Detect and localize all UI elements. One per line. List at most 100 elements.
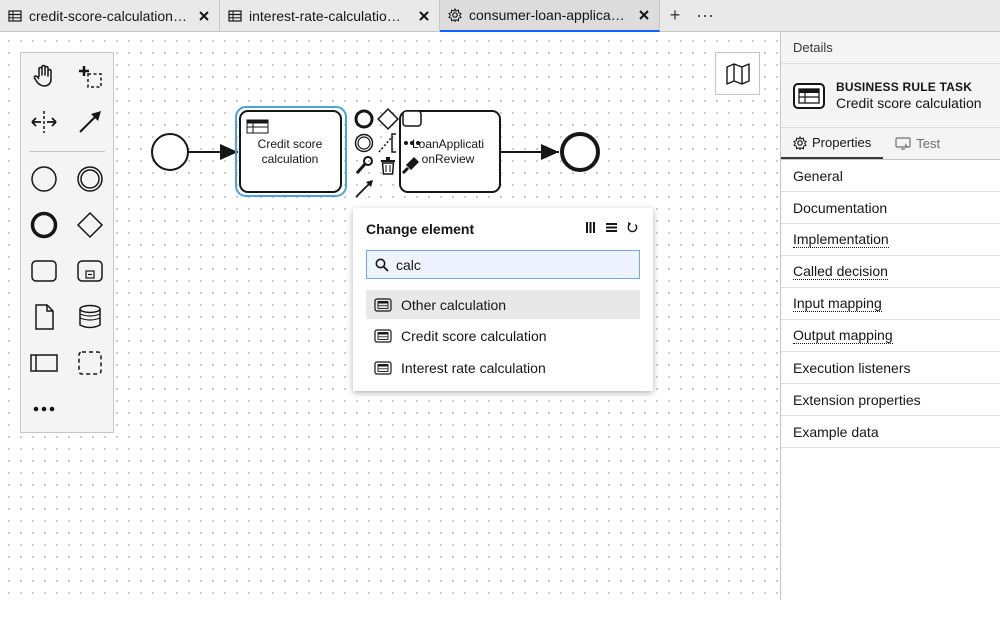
tab-bar: credit-score-calculation.dmn interest-ra… (0, 0, 1000, 32)
map-icon (725, 62, 750, 85)
business-rule-icon (246, 119, 269, 134)
group-label: Implementation (793, 231, 889, 248)
task-label-line2: onReview (422, 152, 475, 166)
property-groups: General Documentation Implementation Cal… (781, 160, 1000, 448)
task-label-line1: LoanApplicati (412, 137, 484, 151)
minimap-toggle-button[interactable] (715, 52, 760, 95)
tab-credit-score-calculation[interactable]: credit-score-calculation.dmn (0, 0, 220, 32)
tab-label: Properties (812, 135, 872, 150)
search-icon (375, 258, 389, 272)
popup-toolbar (584, 221, 639, 234)
popup-item-label: Credit score calculation (401, 327, 547, 344)
more-tabs-button[interactable]: ··· (690, 0, 720, 31)
connect-arrow-icon[interactable] (355, 180, 373, 198)
popup-title: Change element (366, 221, 475, 237)
task-icon[interactable] (28, 255, 60, 287)
tab-properties[interactable]: Properties (781, 128, 884, 159)
text-annotation-icon[interactable] (378, 133, 396, 153)
group-output-mapping[interactable]: Output mapping (781, 320, 1000, 352)
business-rule-task-icon (374, 328, 392, 343)
task-label-line1: Credit score (258, 137, 323, 151)
element-type: BUSINESS RULE TASK (836, 80, 973, 94)
tab-label: credit-score-calculation.dmn (29, 8, 187, 24)
data-object-icon[interactable] (28, 301, 60, 333)
business-rule-task-icon (374, 360, 392, 375)
popup-item-interest-rate-calculation[interactable]: Interest rate calculation (366, 353, 640, 382)
gateway-icon[interactable] (74, 209, 106, 241)
group-example-data[interactable]: Example data (781, 416, 1000, 448)
group-label: Input mapping (793, 295, 882, 312)
group-label: Called decision (793, 263, 888, 280)
panel-header: Details (781, 32, 1000, 64)
close-icon[interactable] (197, 9, 211, 23)
group-input-mapping[interactable]: Input mapping (781, 288, 1000, 320)
tool-palette (20, 52, 114, 433)
close-icon[interactable] (637, 8, 651, 22)
group-execution-listeners[interactable]: Execution listeners (781, 352, 1000, 384)
palette-separator (29, 151, 105, 152)
popup-search-box[interactable] (366, 250, 640, 279)
popup-item-label: Other calculation (401, 296, 507, 313)
group-icon[interactable] (74, 347, 106, 379)
group-general[interactable]: General (781, 160, 1000, 192)
start-event[interactable] (151, 133, 189, 171)
tab-label: consumer-loan-application.bpmn (469, 7, 627, 23)
group-label: General (793, 167, 843, 184)
group-implementation[interactable]: Implementation (781, 224, 1000, 256)
popup-item-credit-score-calculation[interactable]: Credit score calculation (366, 321, 640, 350)
task-label-line2: calculation (262, 152, 319, 166)
group-label: Execution listeners (793, 359, 911, 376)
panel-tabs: Properties Test (781, 128, 1000, 160)
append-task-icon[interactable] (402, 110, 422, 127)
append-gateway-icon[interactable] (377, 108, 399, 130)
append-end-event-icon[interactable] (354, 109, 374, 129)
search-input[interactable] (396, 256, 626, 273)
element-name: Credit score calculation (836, 95, 982, 111)
group-label: Output mapping (793, 327, 893, 344)
tab-interest-rate-calculation[interactable]: interest-rate-calculation.dmn (220, 0, 440, 32)
add-tab-button[interactable]: + (660, 0, 690, 31)
tab-consumer-loan-application[interactable]: consumer-loan-application.bpmn (440, 0, 660, 32)
end-event[interactable] (560, 132, 600, 172)
more-options-icon[interactable] (404, 141, 420, 145)
subprocess-icon[interactable] (74, 255, 106, 287)
group-extension-properties[interactable]: Extension properties (781, 384, 1000, 416)
gear-icon (448, 8, 462, 22)
change-element-popup: Change element Other calculation Credit … (353, 208, 653, 391)
sequential-multi-instance-icon[interactable] (605, 221, 618, 234)
popup-item-label: Interest rate calculation (401, 359, 546, 376)
append-intermediate-event-icon[interactable] (354, 133, 374, 153)
end-event-icon[interactable] (28, 209, 60, 241)
tab-label: Test (916, 136, 941, 151)
monitor-play-icon (895, 137, 911, 150)
wrench-icon[interactable] (355, 156, 373, 174)
parallel-multi-instance-icon[interactable] (584, 221, 597, 234)
data-store-icon[interactable] (74, 301, 106, 333)
table-icon (228, 9, 242, 23)
tab-label: interest-rate-calculation.dmn (249, 8, 407, 24)
group-label: Example data (793, 423, 879, 440)
more-elements-icon[interactable] (28, 393, 60, 425)
gear-icon (793, 135, 807, 150)
element-header: BUSINESS RULE TASK Credit score calculat… (781, 64, 1000, 128)
group-label: Documentation (793, 199, 888, 216)
lasso-tool-icon[interactable] (74, 60, 106, 92)
start-event-icon[interactable] (28, 163, 60, 195)
hand-tool-icon[interactable] (28, 60, 60, 92)
properties-panel: Details BUSINESS RULE TASK Credit score … (780, 32, 1000, 600)
group-called-decision[interactable]: Called decision (781, 256, 1000, 288)
group-documentation[interactable]: Documentation (781, 192, 1000, 224)
trash-icon[interactable] (381, 157, 395, 175)
space-tool-icon[interactable] (28, 106, 60, 138)
tab-test[interactable]: Test (883, 128, 952, 159)
intermediate-event-icon[interactable] (74, 163, 106, 195)
group-label: Extension properties (793, 391, 921, 408)
pool-icon[interactable] (28, 347, 60, 379)
table-icon (8, 9, 22, 23)
global-connect-tool-icon[interactable] (74, 106, 106, 138)
business-rule-task-icon (374, 297, 392, 312)
close-icon[interactable] (417, 9, 431, 23)
popup-item-other-calculation[interactable]: Other calculation (366, 290, 640, 319)
loop-icon[interactable] (626, 221, 639, 234)
business-rule-task-icon (793, 82, 825, 109)
